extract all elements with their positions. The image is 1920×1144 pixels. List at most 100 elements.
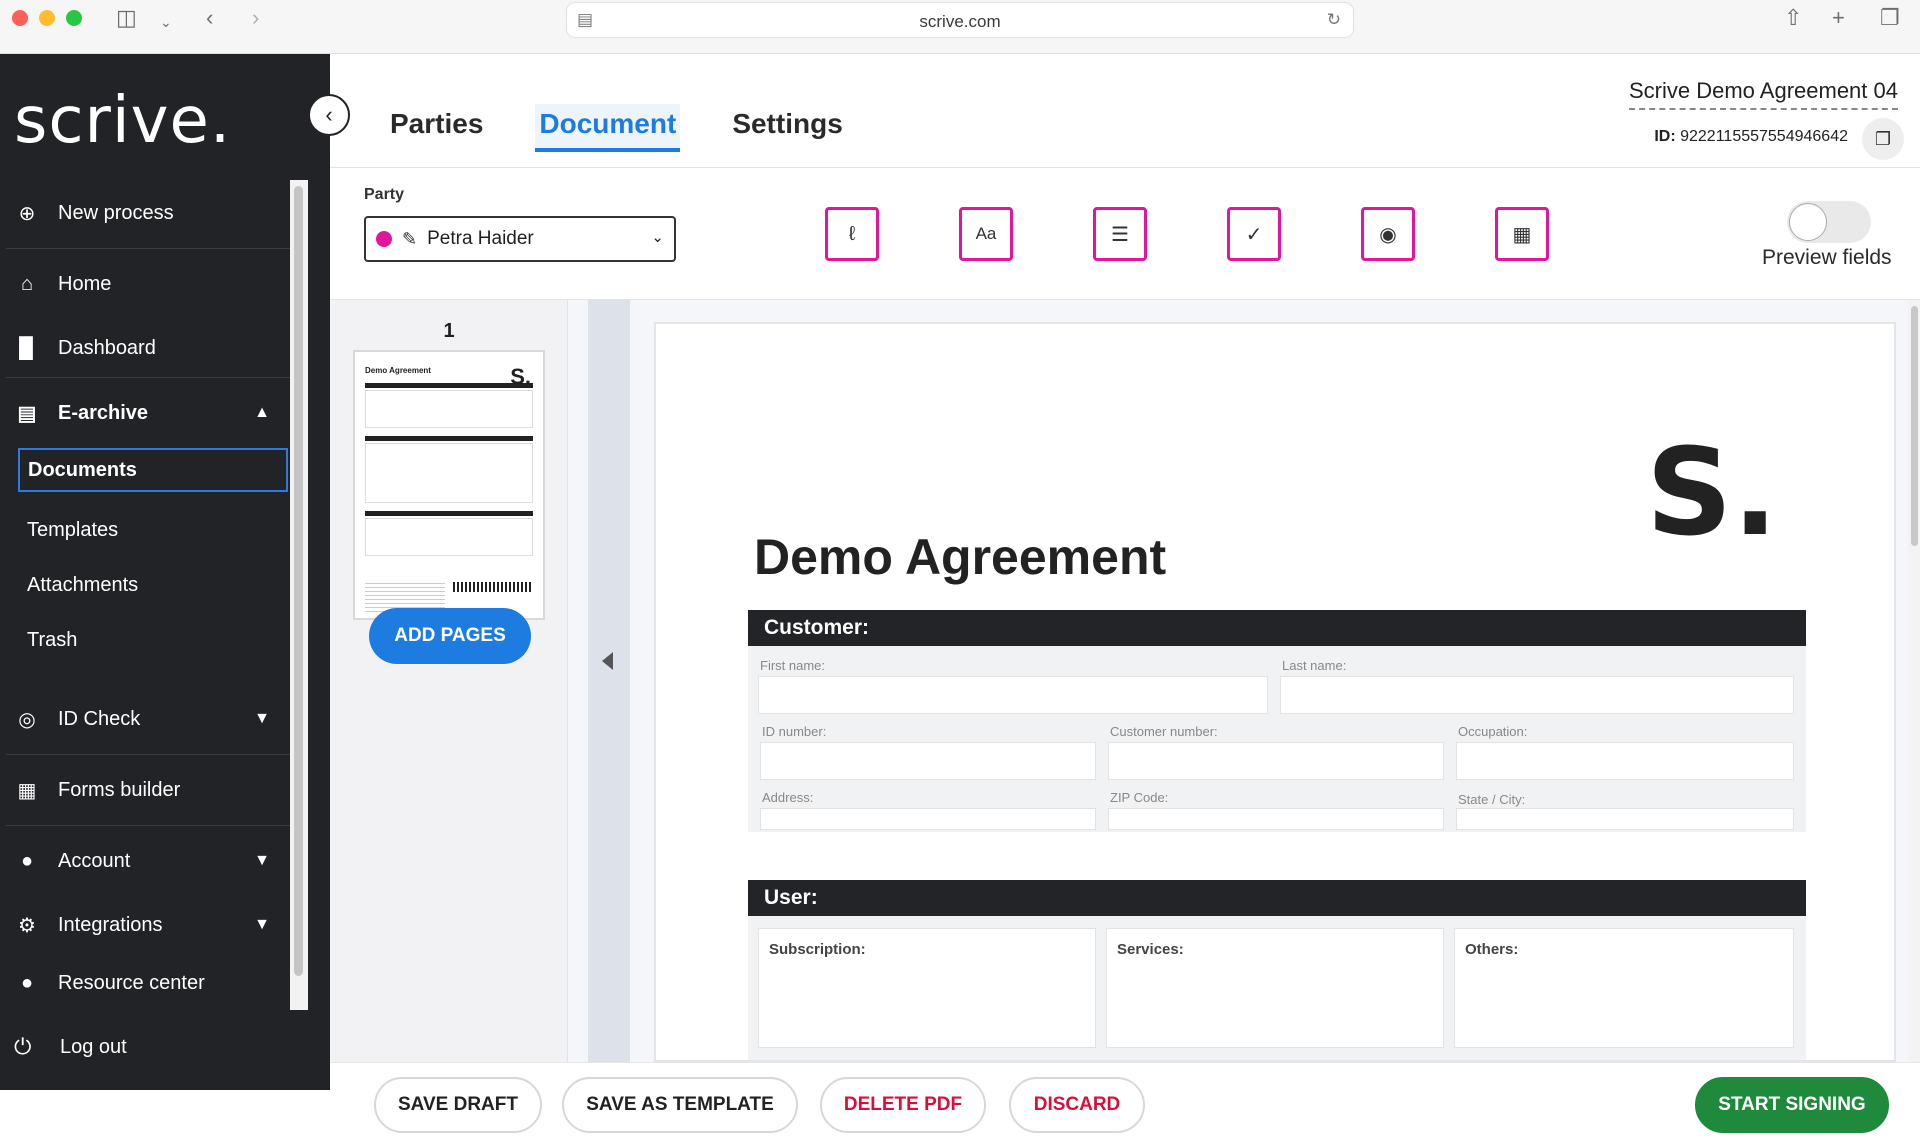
occupation-label: Occupation: xyxy=(1458,724,1528,739)
minimize-window-button[interactable] xyxy=(39,10,55,26)
thumbnail-bar xyxy=(365,511,533,516)
sidebar-item-account[interactable]: ● Account ▼ xyxy=(0,826,292,896)
first-name-field[interactable] xyxy=(758,676,1268,714)
state-city-field[interactable] xyxy=(1456,808,1794,830)
lightbulb-icon: ● xyxy=(20,971,34,994)
document-id: ID: 9222115557554946642 xyxy=(1654,128,1848,146)
tabs-overview-icon[interactable]: ❐ xyxy=(1880,6,1900,30)
sidebar-item-forms-builder[interactable]: ▦ Forms builder xyxy=(0,755,292,825)
sidebar-subitem-documents[interactable]: Documents xyxy=(18,448,288,492)
caret-left-icon xyxy=(602,652,613,670)
sidebar-item-new-process[interactable]: ⊕ New process xyxy=(0,178,292,248)
sidebar-item-e-archive[interactable]: ▤ E-archive ▲ xyxy=(0,378,292,448)
thumbnail-title: Demo Agreement xyxy=(365,366,431,375)
close-window-button[interactable] xyxy=(12,10,28,26)
checkbox-field-tool[interactable]: ✓ xyxy=(1227,207,1281,261)
sidebar-item-label: Account xyxy=(58,849,131,872)
sidebar-subitem-trash[interactable]: Trash xyxy=(0,613,292,668)
logout-label: Log out xyxy=(60,1035,127,1058)
document-heading: Demo Agreement xyxy=(754,529,1167,585)
toggle-knob xyxy=(1789,203,1827,241)
party-color-dot xyxy=(376,231,392,247)
chevron-down-icon: ▼ xyxy=(254,916,270,933)
page-thumbnails: 1 Demo Agreement S. ADD PAGES xyxy=(330,300,568,1062)
date-field-tool[interactable]: ▦ xyxy=(1495,207,1549,261)
sidebar-item-id-check[interactable]: ◎ ID Check ▼ xyxy=(0,684,292,754)
address-field[interactable] xyxy=(760,808,1096,830)
document-title[interactable]: Scrive Demo Agreement 04 xyxy=(1628,78,1898,110)
share-icon[interactable]: ⇧ xyxy=(1784,6,1802,30)
sidebar-subitem-attachments[interactable]: Attachments xyxy=(0,558,292,613)
id-number-field[interactable] xyxy=(760,742,1096,780)
chevron-left-icon: ‹ xyxy=(325,102,333,127)
new-tab-icon[interactable]: + xyxy=(1832,6,1845,30)
sidebar-item-integrations[interactable]: ⚙ Integrations ▼ xyxy=(0,896,292,954)
page-thumbnail[interactable]: Demo Agreement S. xyxy=(353,350,545,620)
subscription-label: Subscription: xyxy=(769,941,866,958)
thumbnail-panel-handle[interactable] xyxy=(588,300,630,1062)
sidebar-toggle-icon[interactable]: ◫ xyxy=(116,6,137,30)
sidebar-item-dashboard[interactable]: ▉ Dashboard xyxy=(0,319,292,377)
reload-icon[interactable]: ↻ xyxy=(1327,10,1341,30)
services-label: Services: xyxy=(1117,941,1184,958)
chevron-down-icon: ▼ xyxy=(254,852,270,869)
copy-id-button[interactable]: ❐ xyxy=(1862,118,1904,160)
scrollbar-thumb[interactable] xyxy=(1911,306,1918,546)
textarea-field-tool[interactable]: ☰ xyxy=(1093,207,1147,261)
zip-code-field[interactable] xyxy=(1108,808,1444,830)
party-select-value: Petra Haider xyxy=(427,228,534,249)
sidebar-item-label: ID Check xyxy=(58,707,141,730)
delete-pdf-button[interactable]: DELETE PDF xyxy=(820,1077,986,1133)
discard-button[interactable]: DISCARD xyxy=(1009,1077,1145,1133)
document-workspace: 1 Demo Agreement S. ADD PAGES S. Demo Ag… xyxy=(330,300,1920,1062)
forward-icon[interactable]: › xyxy=(252,6,259,30)
textarea-icon: ☰ xyxy=(1111,223,1129,246)
customer-section: First name: Last name: ID number: Custom… xyxy=(748,646,1806,832)
preview-fields-toggle[interactable] xyxy=(1787,201,1871,243)
main-content: Parties Document Settings Scrive Demo Ag… xyxy=(330,54,1920,1144)
signature-icon: ℓ xyxy=(848,222,856,245)
text-field-tool[interactable]: Aa xyxy=(959,207,1013,261)
tab-document[interactable]: Document xyxy=(535,104,681,152)
sidebar-item-resource-center[interactable]: ● Resource center xyxy=(0,954,292,1012)
start-signing-button[interactable]: START SIGNING xyxy=(1695,1077,1889,1133)
back-icon[interactable]: ‹ xyxy=(206,6,213,30)
occupation-field[interactable] xyxy=(1456,742,1794,780)
sidebar-subitem-templates[interactable]: Templates xyxy=(0,503,292,558)
services-field[interactable]: Services: xyxy=(1106,928,1444,1048)
subscription-field[interactable]: Subscription: xyxy=(758,928,1096,1048)
chevron-down-icon[interactable]: ⌄ xyxy=(160,10,172,34)
save-draft-button[interactable]: SAVE DRAFT xyxy=(374,1077,542,1133)
user-section: Subscription: Services: Others: xyxy=(748,916,1806,1060)
sidebar-item-home[interactable]: ⌂ Home xyxy=(0,249,292,319)
sidebar-item-label: Home xyxy=(58,272,112,295)
party-select[interactable]: ✎ Petra Haider ⌄ xyxy=(364,216,676,262)
tab-bar: Parties Document Settings xyxy=(386,104,895,152)
sidebar-scrollbar[interactable] xyxy=(290,180,308,1010)
collapse-sidebar-button[interactable]: ‹ xyxy=(308,94,350,136)
address-bar[interactable]: ▤ scrive.com ↻ xyxy=(566,2,1354,38)
scrollbar-thumb[interactable] xyxy=(294,186,303,976)
zip-code-label: ZIP Code: xyxy=(1110,790,1169,805)
radio-field-tool[interactable]: ◉ xyxy=(1361,207,1415,261)
document-scrollbar[interactable] xyxy=(1908,300,1920,1062)
user-icon: ● xyxy=(20,849,34,872)
tab-settings[interactable]: Settings xyxy=(728,104,846,152)
sidebar-item-label: Integrations xyxy=(58,913,163,936)
others-field[interactable]: Others: xyxy=(1454,928,1794,1048)
thumbnail-block xyxy=(365,518,533,556)
signature-field-tool[interactable]: ℓ xyxy=(825,207,879,261)
logout-button[interactable]: ⏻ Log out xyxy=(14,1034,127,1060)
pen-icon: ✎ xyxy=(402,228,418,249)
tab-parties[interactable]: Parties xyxy=(386,104,487,152)
user-section-header: User: xyxy=(748,880,1806,916)
url-text: scrive.com xyxy=(919,12,1001,31)
browser-toolbar: ◫ ⌄ ‹ › ▤ scrive.com ↻ ⇧ + ❐ xyxy=(0,0,1920,54)
save-as-template-button[interactable]: SAVE AS TEMPLATE xyxy=(562,1077,798,1133)
add-pages-button[interactable]: ADD PAGES xyxy=(369,608,531,664)
last-name-field[interactable] xyxy=(1280,676,1794,714)
customer-number-field[interactable] xyxy=(1108,742,1444,780)
zoom-window-button[interactable] xyxy=(66,10,82,26)
grid-icon: ▦ xyxy=(17,779,37,802)
others-label: Others: xyxy=(1465,941,1519,958)
